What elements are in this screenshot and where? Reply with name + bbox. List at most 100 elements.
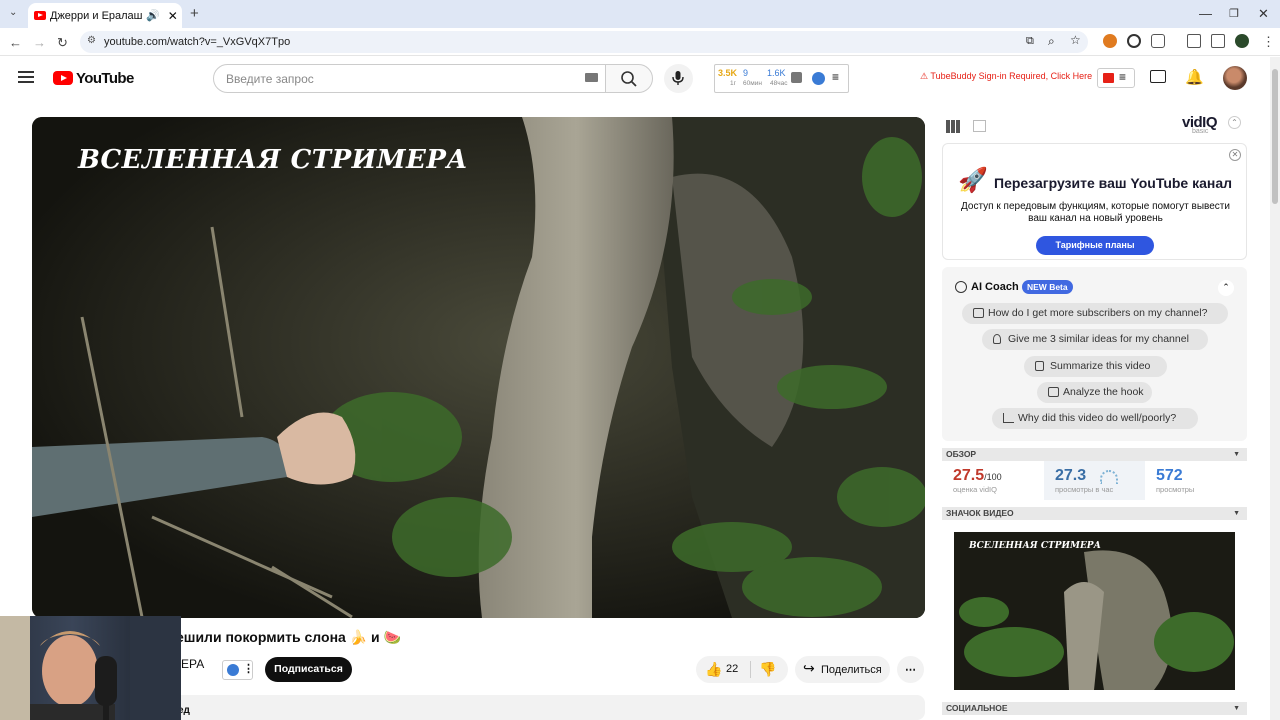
- chart-icon[interactable]: [791, 72, 802, 83]
- overview-section-title: ОБЗОР: [946, 449, 977, 459]
- restore-icon[interactable]: ❐: [1229, 7, 1239, 20]
- reload-icon[interactable]: ↻: [57, 35, 68, 51]
- tubebuddy-signin-link[interactable]: ⚠ TubeBuddy Sign-in Required, Click Here: [920, 71, 1092, 82]
- install-icon[interactable]: ⧉: [1026, 35, 1034, 48]
- grid-view-icon[interactable]: [946, 120, 961, 133]
- subscribe-button[interactable]: Подписаться: [265, 657, 352, 682]
- lightbulb-icon: [993, 334, 1001, 344]
- side-panel-icon[interactable]: [1211, 34, 1225, 48]
- vidiq-stats-widget[interactable]: 3.5K 1г 9 60мин 1.6K 48час ≡: [714, 64, 849, 93]
- user-avatar[interactable]: [1223, 66, 1247, 90]
- tab-search-chevron-icon[interactable]: ⌄: [9, 7, 17, 18]
- coach-question-5[interactable]: Why did this video do well/poorly?: [992, 408, 1198, 429]
- search-input[interactable]: Введите запрос: [213, 64, 606, 93]
- promo-title: Перезагрузите ваш YouTube канал: [994, 175, 1233, 191]
- search-icon: [621, 71, 637, 87]
- social-section-header[interactable]: СОЦИАЛЬНОЕ ▼: [942, 702, 1247, 715]
- coach-question-2[interactable]: Give me 3 similar ideas for my channel: [982, 329, 1208, 350]
- stat-views-hour-label: 60мин: [743, 80, 762, 87]
- new-tab-button[interactable]: +: [190, 5, 199, 22]
- coach-question-text: Analyze the hook: [1063, 386, 1144, 398]
- profile-icon[interactable]: [1235, 34, 1249, 48]
- webcam-overlay: [0, 616, 181, 720]
- stat-views-year: 3.5K: [718, 68, 738, 78]
- back-icon[interactable]: ←: [9, 35, 22, 50]
- vidiq-topbar: vidIQ basic ⌃: [942, 112, 1247, 140]
- promo-body: Доступ к передовым функциям, которые пом…: [961, 201, 1230, 224]
- channel-name[interactable]: ЕРА: [181, 657, 204, 671]
- search-button[interactable]: [605, 64, 653, 93]
- views-per-hour-label: просмотры в час: [1055, 485, 1114, 494]
- document-icon: [1035, 361, 1044, 371]
- coach-question-4[interactable]: Analyze the hook: [1037, 382, 1152, 403]
- speaker-icon[interactable]: 🔊: [146, 9, 160, 22]
- tubebuddy-icon: [1103, 73, 1114, 83]
- overview-section-header[interactable]: ОБЗОР ▼: [942, 448, 1247, 461]
- chart-view-icon[interactable]: [973, 120, 986, 132]
- youtube-logo-text[interactable]: YouTube: [76, 70, 134, 87]
- voice-search-button[interactable]: [664, 64, 693, 93]
- bookmark-star-icon[interactable]: ☆: [1070, 33, 1081, 47]
- like-dislike-group: 👍 22 👎: [696, 656, 788, 683]
- vidiq-score-label: оценка vidIQ: [953, 485, 997, 494]
- page-scrollbar[interactable]: [1270, 57, 1280, 720]
- youtube-header: YouTube Введите запрос 3.5K 1г 9 60мин 1…: [0, 57, 1280, 101]
- ai-coach-panel: AI Coach NEW Beta ⌃ How do I get more su…: [942, 267, 1247, 441]
- description-box[interactable]: ед: [170, 695, 925, 720]
- browser-menu-icon[interactable]: ⋮: [1262, 34, 1275, 50]
- extension-flame-icon[interactable]: [1103, 34, 1117, 48]
- forward-icon[interactable]: →: [33, 35, 46, 50]
- vidiq-icon: [227, 664, 239, 676]
- coach-question-3[interactable]: Summarize this video: [1024, 356, 1167, 377]
- pricing-plans-button[interactable]: Тарифные планы: [1036, 236, 1154, 255]
- youtube-logo-icon[interactable]: [53, 71, 73, 85]
- collapse-up-icon[interactable]: ⌃: [1228, 116, 1241, 129]
- minimize-icon[interactable]: —: [1199, 6, 1212, 21]
- tab-title: Джерри и Ералаш решили покормить слона: [50, 9, 142, 22]
- dislike-button[interactable]: 👎: [759, 661, 776, 678]
- zoom-icon[interactable]: ⌕: [1048, 34, 1055, 49]
- menu-hamburger-icon[interactable]: [18, 71, 34, 83]
- extension-vidiq-icon[interactable]: [1127, 34, 1141, 48]
- close-window-icon[interactable]: ✕: [1258, 6, 1269, 22]
- stat-views-hour: 9: [743, 68, 749, 78]
- browser-tab[interactable]: Джерри и Ералаш решили покормить слона 🔊…: [28, 3, 182, 28]
- trend-chart-icon: [1003, 413, 1014, 423]
- stats-menu-icon[interactable]: ≡: [832, 70, 839, 84]
- vidiq-badge-icon[interactable]: [812, 72, 825, 85]
- close-tab-icon[interactable]: ✕: [168, 9, 178, 23]
- site-info-icon[interactable]: ⚙: [87, 35, 96, 46]
- keyboard-icon[interactable]: [585, 73, 598, 82]
- url-text: youtube.com/watch?v=_VxGVqX7Tpo: [104, 36, 291, 48]
- overview-stats: 27.5/100 оценка vidIQ 27.3 просмотры в ч…: [942, 461, 1247, 500]
- notifications-bell-icon[interactable]: 🔔: [1185, 68, 1204, 86]
- like-button[interactable]: 👍: [705, 661, 722, 678]
- coach-question-1[interactable]: How do I get more subscribers on my chan…: [962, 303, 1228, 324]
- share-label: Поделиться: [821, 663, 882, 676]
- media-control-icon[interactable]: [1187, 34, 1201, 48]
- thumbnail-section-header[interactable]: ЗНАЧОК ВИДЕО ▼: [942, 507, 1247, 520]
- more-actions-button[interactable]: ⋯: [897, 656, 924, 683]
- extensions-puzzle-icon[interactable]: [1151, 34, 1165, 48]
- share-button[interactable]: ↪ Поделиться: [795, 656, 890, 683]
- views-card: 572 просмотры: [1145, 461, 1246, 500]
- coach-question-text: Give me 3 similar ideas for my channel: [1008, 333, 1189, 345]
- views-label: просмотры: [1156, 485, 1195, 494]
- microphone-icon: [672, 71, 684, 85]
- thumbnail-overlay-title: ВСЕЛЕННАЯ СТРИМЕРА: [969, 541, 1101, 551]
- collapse-coach-icon[interactable]: ⌃: [1218, 280, 1234, 296]
- section-toggle-icon: ▼: [1233, 510, 1240, 517]
- scrollbar-thumb[interactable]: [1272, 69, 1278, 204]
- thumbnail-section-title: ЗНАЧОК ВИДЕО: [946, 508, 1014, 518]
- tubebuddy-menu-button[interactable]: ≡: [1097, 68, 1135, 88]
- video-player[interactable]: [32, 117, 925, 618]
- divider: [750, 661, 751, 678]
- thumbnail-image: [954, 532, 1235, 690]
- close-promo-icon[interactable]: ✕: [1229, 149, 1241, 161]
- vidiq-score-card: 27.5/100 оценка vidIQ: [942, 461, 1043, 500]
- address-bar[interactable]: ⚙ youtube.com/watch?v=_VxGVqX7Tpo ⧉ ⌕ ☆: [80, 31, 1088, 53]
- vidiq-channel-badge[interactable]: ⋮: [222, 660, 254, 680]
- video-thumbnail[interactable]: ВСЕЛЕННАЯ СТРИМЕРА: [954, 532, 1235, 690]
- chat-bubble-icon: [955, 281, 967, 293]
- create-video-icon[interactable]: [1150, 70, 1166, 83]
